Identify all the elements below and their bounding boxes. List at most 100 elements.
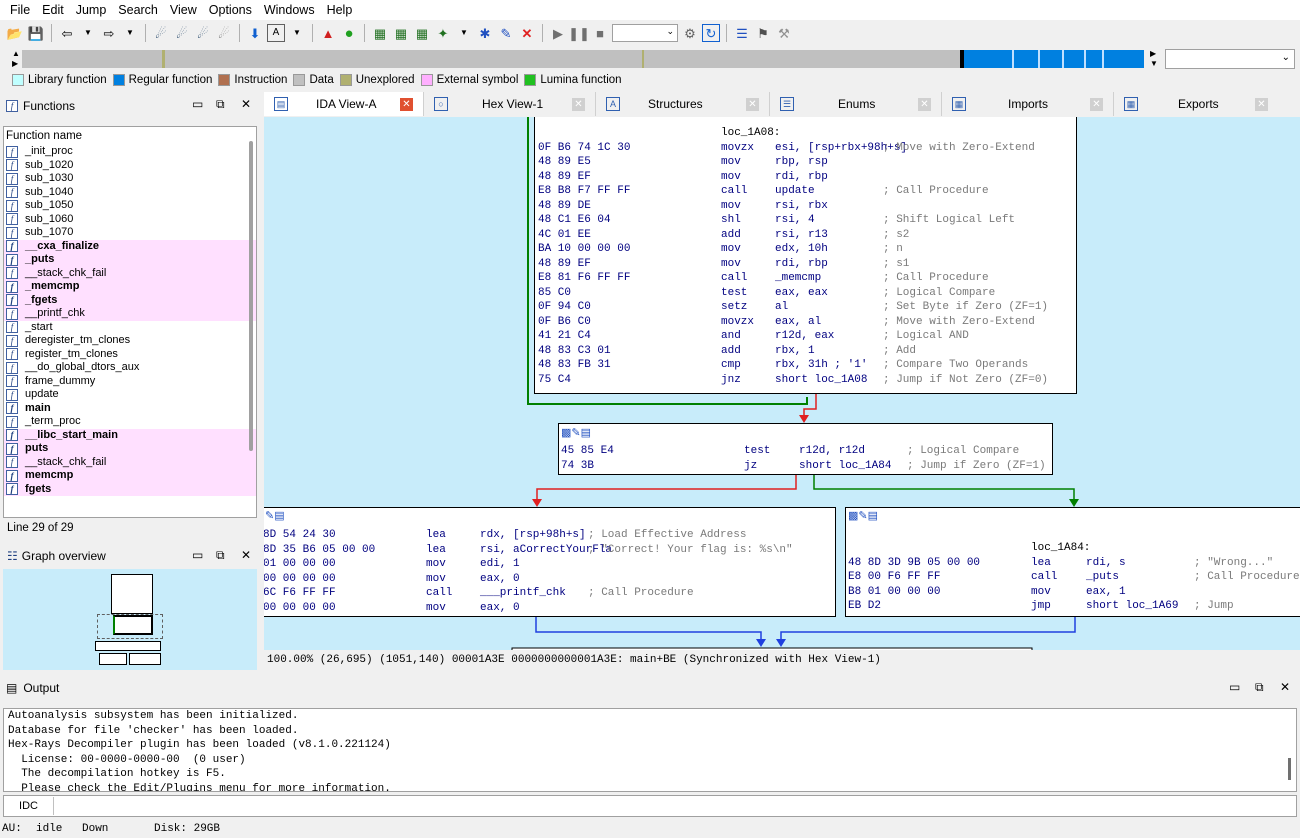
menu-jump[interactable]: Jump [70, 3, 113, 17]
instruction-operands[interactable]: rbp, rsp [775, 155, 828, 170]
instruction-operands[interactable]: rdi, s [1086, 556, 1126, 571]
pause-icon[interactable]: ❚❚ [568, 24, 590, 42]
instruction-operands[interactable]: edx, 10h [775, 242, 828, 257]
instruction-operands[interactable]: eax, 1 [1086, 585, 1126, 600]
add-function-icon[interactable]: ▦ [371, 24, 389, 42]
instruction-operands[interactable]: rbx, 1 [775, 344, 815, 359]
instruction-operands[interactable]: rsi, 4 [775, 213, 815, 228]
function-list-item[interactable]: f __libc_start_main [4, 428, 256, 442]
node-label[interactable]: loc_1A08: [721, 126, 780, 141]
instruction-operands[interactable]: rbx, 31h ; '1' [775, 358, 867, 373]
function-list-item[interactable]: f fgets [4, 482, 256, 496]
tab-enums[interactable]: ☰ Enums ✕ [770, 92, 942, 116]
tab-imports[interactable]: ▦ Imports ✕ [942, 92, 1114, 116]
function-list-item[interactable]: f puts [4, 442, 256, 456]
jump-down-arrow-icon[interactable]: ⬇ [246, 24, 264, 42]
functions-list[interactable]: Function name f _init_proc f sub_1020 f sub_1… [3, 126, 257, 518]
function-list-item[interactable]: f main [4, 402, 256, 416]
chevron-down-icon[interactable]: ▼ [79, 24, 97, 42]
edit-icon[interactable]: ✎ [497, 24, 515, 42]
tab-exports[interactable]: ▦ Exports ✕ [1114, 92, 1278, 116]
breakpoint-icon[interactable]: ⚑ [754, 24, 772, 42]
instruction-operands[interactable]: short loc_1A08 [775, 373, 867, 388]
binoculars-imm-icon[interactable]: ☄ [194, 24, 212, 42]
tab-hex-view-1[interactable]: ○ Hex View-1 ✕ [424, 92, 596, 116]
instruction-operands[interactable]: r12d, r12d [799, 444, 865, 459]
function-list-item[interactable]: f __stack_chk_fail [4, 455, 256, 469]
idc-button[interactable]: IDC [4, 797, 54, 815]
function-list-item[interactable]: f _memcmp [4, 280, 256, 294]
instruction-operands[interactable]: rdi, rbp [775, 170, 828, 185]
function-list-item[interactable]: f sub_1070 [4, 226, 256, 240]
xref-icon[interactable]: ✦ [434, 24, 452, 42]
instruction-operands[interactable]: _puts [1086, 570, 1119, 585]
function-list-item[interactable]: f update [4, 388, 256, 402]
ida-graph-view[interactable]: loc_1A08: 0F B6 74 1C 30 movzx esi, [rsp+rb… [264, 117, 1300, 650]
instruction-operands[interactable]: eax, eax [775, 286, 828, 301]
tab-ida-view-a[interactable]: ▤ IDA View-A ✕ [264, 92, 424, 116]
menu-file[interactable]: File [4, 3, 36, 17]
instruction-operands[interactable]: ___printf_chk [480, 586, 566, 601]
function-list-item[interactable]: f _start [4, 321, 256, 335]
navigation-band[interactable]: ▲ ▶ ▶ ▼ ⌄ [0, 47, 1300, 71]
add-segment-icon[interactable]: ▦ [392, 24, 410, 42]
open-folder-icon[interactable]: 📂 [6, 24, 24, 42]
add-struct-icon[interactable]: ▦ [413, 24, 431, 42]
graph-node-correct[interactable]: ✎▤ 8D 54 24 30 lea rdx, [rsp+98h+s]; Load … [264, 507, 836, 617]
notes-icon[interactable]: ☰ [733, 24, 751, 42]
nav-select[interactable]: ⌄ [1165, 49, 1295, 69]
output-log[interactable]: Autoanalysis subsystem has been initiali… [3, 708, 1297, 792]
graph-node-loc-1a84[interactable]: ▩✎▤ loc_1A84: 48 8D 3D 9B 05 00 00 lea rdi,… [845, 507, 1300, 617]
minimize-icon[interactable]: ▭ [192, 97, 203, 111]
function-list-item[interactable]: f frame_dummy [4, 375, 256, 389]
debugger-select[interactable]: ⌄ [612, 24, 678, 42]
functions-column-header[interactable]: Function name [4, 127, 256, 145]
idc-input[interactable] [54, 797, 1296, 815]
function-list-item[interactable]: f __printf_chk [4, 307, 256, 321]
function-list-item[interactable]: f deregister_tm_clones [4, 334, 256, 348]
minimize-icon[interactable]: ▭ [192, 548, 203, 562]
instruction-operands[interactable]: short loc_1A69 [1086, 599, 1178, 614]
instruction-operands[interactable]: eax, al [775, 315, 821, 330]
graph-overview-canvas[interactable] [3, 569, 257, 670]
function-list-item[interactable]: f _init_proc [4, 145, 256, 159]
nav-right-arrow-icon[interactable]: ▶ ▼ [1150, 49, 1158, 69]
stop-icon[interactable]: ■ [591, 24, 609, 42]
save-icon[interactable]: 💾 [27, 24, 45, 42]
minimize-icon[interactable]: ▭ [1229, 680, 1240, 694]
function-list-item[interactable]: f sub_1060 [4, 213, 256, 227]
tab-structures[interactable]: A Structures ✕ [596, 92, 770, 116]
instruction-operands[interactable]: r12d, eax [775, 329, 834, 344]
instruction-operands[interactable]: rsi, rbx [775, 199, 828, 214]
chevron-down-icon[interactable]: ▼ [121, 24, 139, 42]
close-icon[interactable]: ✕ [1255, 97, 1268, 111]
instruction-operands[interactable]: rdx, [rsp+98h+s] [480, 528, 586, 543]
restore-icon[interactable]: ⧉ [216, 548, 225, 563]
patch-icon[interactable]: ✱ [476, 24, 494, 42]
function-list-item[interactable]: f sub_1040 [4, 186, 256, 200]
delete-x-icon[interactable]: ✕ [518, 24, 536, 42]
function-list-item[interactable]: f __cxa_finalize [4, 239, 256, 253]
close-icon[interactable]: ✕ [241, 548, 251, 562]
trace-icon[interactable]: ⚒ [775, 24, 793, 42]
function-list-item[interactable]: f __stack_chk_fail [4, 266, 256, 280]
close-icon[interactable]: ✕ [918, 97, 931, 111]
binoculars-next-icon[interactable]: ☄ [215, 24, 233, 42]
close-icon[interactable]: ✕ [1090, 97, 1103, 111]
close-icon[interactable]: ✕ [572, 97, 585, 111]
function-list-item[interactable]: f __do_global_dtors_aux [4, 361, 256, 375]
menu-help[interactable]: Help [321, 3, 359, 17]
function-list-item[interactable]: f _term_proc [4, 415, 256, 429]
instruction-operands[interactable]: eax, 0 [480, 601, 520, 616]
node-label[interactable]: loc_1A84: [1031, 541, 1090, 556]
warning-triangle-icon[interactable]: ▲ [319, 24, 337, 42]
restore-icon[interactable]: ⧉ [216, 97, 225, 112]
function-list-item[interactable]: f _fgets [4, 293, 256, 307]
instruction-operands[interactable]: al [775, 300, 788, 315]
instruction-operands[interactable]: short loc_1A84 [799, 459, 891, 474]
instruction-operands[interactable]: _memcmp [775, 271, 821, 286]
function-list-item[interactable]: f memcmp [4, 469, 256, 483]
close-icon[interactable]: ✕ [400, 97, 413, 111]
instruction-operands[interactable]: edi, 1 [480, 557, 520, 572]
function-list-item[interactable]: f sub_1030 [4, 172, 256, 186]
